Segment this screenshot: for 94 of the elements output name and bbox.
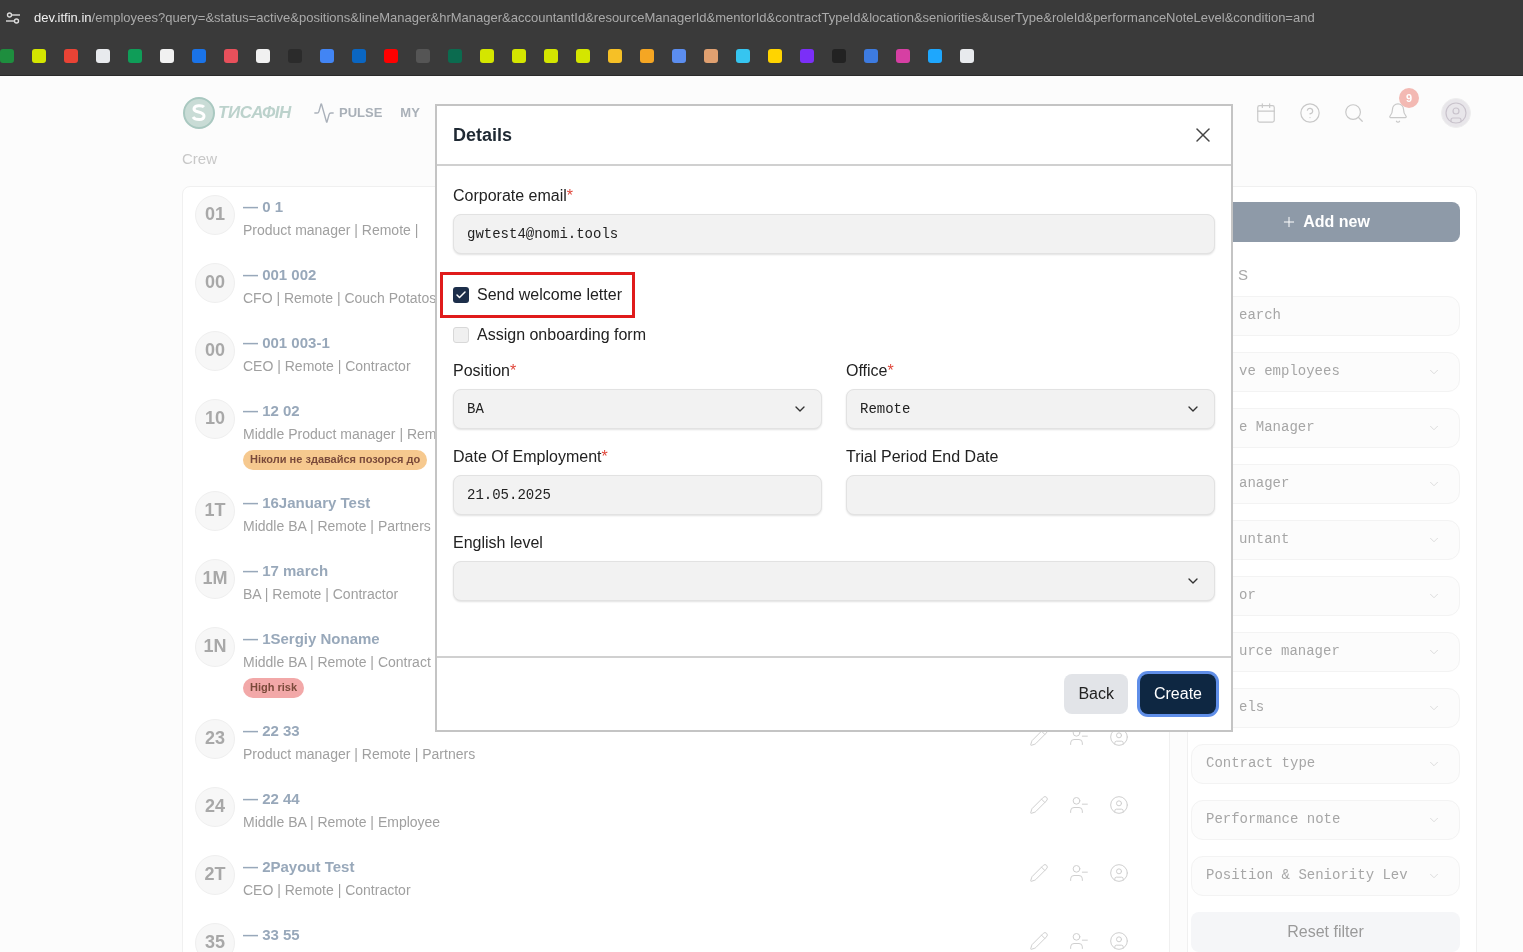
employee-details: CEO | Remote | Contractor <box>243 356 411 376</box>
initials-avatar: 35 <box>195 922 235 952</box>
edit-icon[interactable] <box>1029 862 1049 883</box>
employee-name[interactable]: — 22 44 <box>243 788 300 809</box>
field-label: Corporate email* <box>453 186 574 206</box>
field-label: English level <box>453 533 543 553</box>
initials-avatar: 00 <box>195 330 235 371</box>
initials-avatar: 2T <box>195 854 235 895</box>
select-field[interactable]: Remote <box>846 389 1215 429</box>
employee-details: Product manager | Remote | <box>243 220 419 240</box>
remove-user-icon[interactable] <box>1069 930 1089 951</box>
input-field[interactable]: 21.05.2025 <box>453 475 822 515</box>
bookmark-icon[interactable] <box>736 48 750 63</box>
filter-select[interactable]: Position & Seniority Lev <box>1191 855 1460 896</box>
bookmark-icon[interactable] <box>928 48 942 63</box>
employee-name[interactable]: — 17 march <box>243 560 329 581</box>
logo-text: ТИСАФІН <box>218 102 291 125</box>
employee-details: Product manager | Remote | Partners <box>243 744 476 764</box>
calendar-icon[interactable] <box>1255 102 1277 124</box>
bookmark-icon[interactable] <box>480 48 494 63</box>
remove-user-icon[interactable] <box>1069 794 1089 815</box>
edit-icon[interactable] <box>1029 794 1049 815</box>
reset-filter-button[interactable]: Reset filter <box>1191 911 1460 952</box>
profile-icon[interactable] <box>1109 794 1129 815</box>
select-field[interactable]: BA <box>453 389 822 429</box>
pulse-icon <box>313 102 335 124</box>
initials-avatar: 1T <box>195 490 235 531</box>
checkbox[interactable] <box>453 287 469 303</box>
bell-icon[interactable] <box>1387 102 1409 124</box>
user-avatar[interactable] <box>1441 98 1471 128</box>
employee-name[interactable]: — 22 33 <box>243 720 300 741</box>
profile-icon[interactable] <box>1109 862 1129 883</box>
employee-details: Middle BA | Remote | Partners <box>243 516 431 536</box>
bookmark-icon[interactable] <box>768 48 782 63</box>
remove-user-icon[interactable] <box>1069 862 1089 883</box>
employee-name[interactable]: — 33 55 <box>243 924 300 945</box>
employee-details: Middle BA | Remote | Employee <box>243 812 441 832</box>
notification-badge: 9 <box>1399 88 1419 108</box>
employee-name[interactable]: — 12 02 <box>243 400 300 421</box>
logo-icon[interactable] <box>182 96 216 130</box>
initials-avatar: 00 <box>195 262 235 303</box>
site-settings-icon[interactable] <box>6 12 20 24</box>
employee-name[interactable]: — 0 1 <box>243 196 284 217</box>
filter-select[interactable]: Contract type <box>1191 743 1460 784</box>
field-label: Office* <box>846 361 894 381</box>
field-label: Position* <box>453 361 517 381</box>
nav-link[interactable]: PULSE <box>313 102 383 124</box>
profile-icon[interactable] <box>1109 930 1129 951</box>
bookmark-icon[interactable] <box>576 48 590 63</box>
bookmark-icon[interactable] <box>512 48 526 63</box>
search-icon[interactable] <box>1343 102 1365 124</box>
employee-name[interactable]: — 1Sergiy Noname <box>243 628 380 649</box>
initials-avatar: 1M <box>195 558 235 599</box>
employee-tag: High risk <box>243 677 305 698</box>
back-button[interactable]: Back <box>1064 674 1128 714</box>
checkbox-label[interactable]: Assign onboarding form <box>477 323 646 347</box>
employee-tag: Ніколи не здавайся позорся до <box>243 449 428 470</box>
filter-select[interactable]: Performance note <box>1191 799 1460 840</box>
employee-details: CEO | Remote | Contractor <box>243 880 411 900</box>
bookmark-icon[interactable] <box>256 48 270 63</box>
input-field[interactable]: gwtest4@nomi.tools <box>453 214 1215 254</box>
edit-icon[interactable] <box>1029 930 1049 951</box>
employee-details: Middle BA | Remote | Contract <box>243 652 431 672</box>
help-icon[interactable] <box>1299 102 1321 124</box>
employee-name[interactable]: — 16January Test <box>243 492 371 513</box>
employee-details: Middle Product manager | Rem <box>243 424 437 444</box>
bookmark-icon[interactable] <box>704 48 718 63</box>
bookmark-icon[interactable] <box>608 48 622 63</box>
initials-avatar: 01 <box>195 194 235 235</box>
employee-name[interactable]: — 001 003-1 <box>243 332 330 353</box>
dialog-title: Details <box>453 123 513 147</box>
initials-avatar: 1N <box>195 626 235 667</box>
filters-heading: S <box>1238 264 1248 284</box>
bookmark-icon[interactable] <box>960 48 974 63</box>
employee-name[interactable]: — 001 002 <box>243 264 317 285</box>
initials-avatar: 24 <box>195 786 235 827</box>
employee-details: BA | Remote | Contractor <box>243 584 399 604</box>
nav-link[interactable]: MY <box>400 103 420 123</box>
employee-name[interactable]: — 2Payout Test <box>243 856 355 877</box>
bookmark-icon[interactable] <box>96 48 110 63</box>
create-button[interactable]: Create <box>1139 674 1216 714</box>
bookmark-icon[interactable] <box>32 48 46 63</box>
bookmark-icon[interactable] <box>160 48 174 63</box>
field-label: Trial Period End Date <box>846 447 999 467</box>
select-field[interactable] <box>453 561 1215 601</box>
check-icon <box>455 289 467 301</box>
bookmark-icon[interactable] <box>544 48 558 63</box>
checkbox[interactable] <box>453 327 469 343</box>
field-label: Date Of Employment* <box>453 447 608 467</box>
initials-avatar: 10 <box>195 398 235 439</box>
input-field[interactable] <box>846 475 1215 515</box>
initials-avatar: 23 <box>195 718 235 759</box>
bookmark-icon[interactable] <box>640 48 654 63</box>
employee-details: CFO | Remote | Couch Potatos <box>243 288 437 308</box>
